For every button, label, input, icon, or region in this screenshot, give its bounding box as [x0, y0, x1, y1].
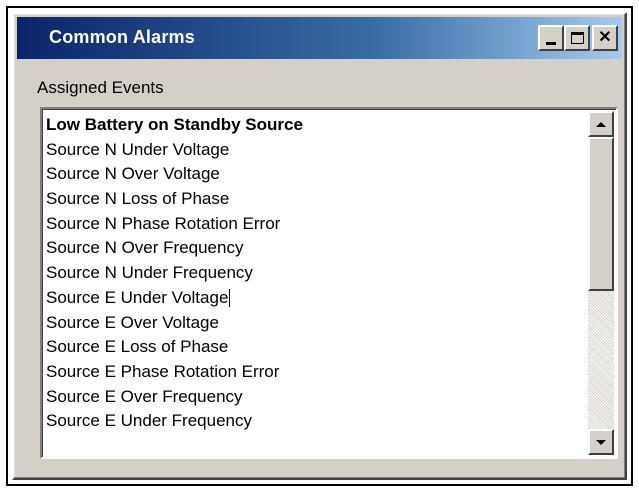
maximize-icon: [570, 32, 584, 44]
list-item[interactable]: Source N Under Voltage: [42, 138, 588, 163]
title-bar[interactable]: Common Alarms ✕: [17, 17, 622, 59]
minimize-button[interactable]: [538, 25, 564, 51]
list-item[interactable]: Low Battery on Standby Source: [42, 113, 588, 138]
close-button[interactable]: ✕: [592, 25, 618, 51]
list-item[interactable]: Source N Under Frequency: [42, 261, 588, 286]
list-item[interactable]: Source E Over Voltage: [42, 311, 588, 336]
event-list: Low Battery on Standby Source Source N Un…: [42, 113, 588, 457]
list-item[interactable]: Source E Under Frequency: [42, 409, 588, 434]
assigned-events-listbox[interactable]: Low Battery on Standby Source Source N Un…: [40, 107, 618, 459]
window-title: Common Alarms: [49, 27, 195, 47]
scroll-up-arrow-icon: [596, 121, 606, 127]
scroll-up-button[interactable]: [588, 111, 614, 137]
list-item[interactable]: Source N Over Voltage: [42, 162, 588, 187]
common-alarms-window: Common Alarms ✕ Assigned Events Low Batt…: [12, 12, 627, 480]
list-item[interactable]: Source N Loss of Phase: [42, 187, 588, 212]
list-item[interactable]: Source N Over Frequency: [42, 236, 588, 261]
assigned-events-label: Assigned Events: [37, 78, 164, 97]
list-item[interactable]: Source E Phase Rotation Error: [42, 360, 588, 385]
list-item[interactable]: Source E Loss of Phase: [42, 335, 588, 360]
text-caret: [229, 289, 231, 308]
scroll-down-arrow-icon: [596, 439, 606, 445]
minimize-icon: [546, 41, 556, 45]
vertical-scrollbar[interactable]: [588, 111, 614, 455]
list-item[interactable]: Source N Phase Rotation Error: [42, 212, 588, 237]
list-item[interactable]: Source E Over Frequency: [42, 385, 588, 410]
scroll-down-button[interactable]: [588, 429, 614, 455]
close-icon: ✕: [598, 29, 612, 46]
maximize-button[interactable]: [564, 25, 590, 51]
scrollbar-thumb[interactable]: [588, 137, 614, 291]
list-item[interactable]: Source E Under Voltage: [42, 286, 588, 311]
